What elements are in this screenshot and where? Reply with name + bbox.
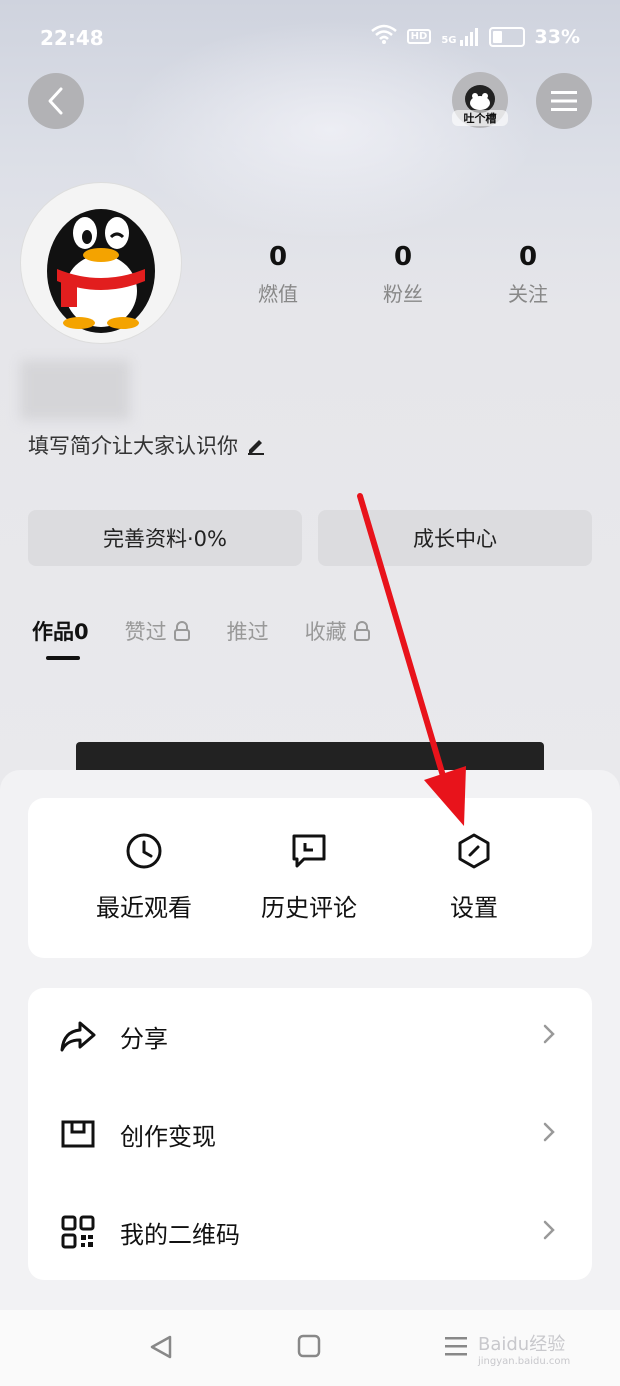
menu-button[interactable] — [536, 73, 592, 129]
stat-ranzhi[interactable]: 0 燃值 — [233, 242, 323, 307]
tab-recommended[interactable]: 推过 — [227, 616, 269, 646]
stat-label: 关注 — [508, 282, 548, 306]
lock-icon — [173, 621, 190, 641]
recent-views-button[interactable]: 最近观看 — [74, 832, 214, 923]
hd-badge: HD — [406, 29, 432, 44]
battery-percent: 33% — [534, 25, 580, 48]
quick-action-label: 设置 — [450, 894, 498, 922]
nav-back-icon[interactable] — [148, 1334, 174, 1364]
menu-item-qr-code[interactable]: 我的二维码 — [28, 1184, 592, 1280]
wifi-icon — [370, 24, 397, 49]
stat-value: 0 — [518, 242, 538, 272]
edit-pencil-icon — [248, 440, 264, 455]
tab-liked[interactable]: 赞过 — [125, 616, 191, 646]
watermark: Baidu经验 jingyan.baidu.com — [478, 1330, 570, 1367]
chevron-right-icon — [542, 1023, 556, 1049]
menu-item-label: 分享 — [120, 1024, 168, 1053]
hamburger-icon — [551, 91, 577, 111]
clock-icon — [126, 833, 162, 869]
tab-label: 收藏 — [304, 620, 347, 644]
bio-text: 填写简介让大家认识你 — [28, 434, 238, 458]
menu-card: 分享 创作变现 我的二维码 — [28, 988, 592, 1280]
settings-icon — [458, 833, 490, 869]
complete-profile-button[interactable]: 完善资料·0% — [28, 510, 302, 566]
tab-label: 赞过 — [124, 620, 167, 644]
blurred-username — [20, 360, 130, 420]
stat-value: 0 — [393, 242, 413, 272]
content-tabs: 作品0 赞过 推过 收藏 — [32, 616, 407, 646]
share-icon — [60, 1018, 96, 1054]
active-tab-indicator — [46, 656, 80, 660]
chevron-right-icon — [542, 1219, 556, 1245]
stat-label: 粉丝 — [383, 282, 423, 306]
stat-following[interactable]: 0 关注 — [483, 242, 573, 307]
signal-icon: 5G — [441, 27, 478, 46]
tab-works[interactable]: 作品0 — [32, 616, 89, 646]
back-button[interactable] — [28, 73, 84, 129]
quick-actions-card: 最近观看 历史评论 设置 — [28, 798, 592, 958]
watermark-sub: jingyan.baidu.com — [478, 1356, 571, 1367]
battery-icon — [488, 26, 525, 47]
comment-icon — [292, 834, 326, 868]
quick-action-label: 历史评论 — [261, 894, 357, 922]
feedback-button[interactable]: 吐个槽 — [452, 72, 508, 130]
menu-item-share[interactable]: 分享 — [28, 988, 592, 1084]
mascot-label: 吐个槽 — [452, 110, 508, 126]
network-type: 5G — [441, 34, 457, 46]
back-arrow-icon — [48, 87, 63, 115]
monetize-icon — [60, 1116, 96, 1152]
status-time: 22:48 — [40, 26, 104, 50]
status-bar: 22:48 HD 5G 33% — [0, 0, 620, 76]
penguin-avatar-icon — [47, 209, 155, 333]
stat-value: 0 — [268, 242, 288, 272]
settings-button[interactable]: 设置 — [404, 832, 544, 923]
chevron-right-icon — [542, 1121, 556, 1147]
growth-center-button[interactable]: 成长中心 — [318, 510, 592, 566]
quick-action-label: 最近观看 — [96, 894, 192, 922]
tab-favorites[interactable]: 收藏 — [305, 616, 371, 646]
menu-item-monetize[interactable]: 创作变现 — [28, 1086, 592, 1182]
tab-label: 作品0 — [32, 620, 89, 644]
stat-fans[interactable]: 0 粉丝 — [358, 242, 448, 307]
comment-history-button[interactable]: 历史评论 — [239, 832, 379, 923]
nav-recents-icon[interactable] — [444, 1334, 468, 1362]
qr-code-icon — [60, 1214, 96, 1250]
stat-label: 燃值 — [258, 282, 298, 306]
watermark-text: Baidu经验 — [478, 1334, 566, 1355]
avatar[interactable] — [20, 182, 182, 344]
bio-row[interactable]: 填写简介让大家认识你 — [28, 430, 266, 460]
lock-icon — [353, 621, 370, 641]
nav-home-icon[interactable] — [297, 1334, 321, 1362]
menu-item-label: 我的二维码 — [120, 1220, 240, 1249]
menu-item-label: 创作变现 — [120, 1122, 216, 1151]
tab-label: 推过 — [226, 620, 269, 644]
